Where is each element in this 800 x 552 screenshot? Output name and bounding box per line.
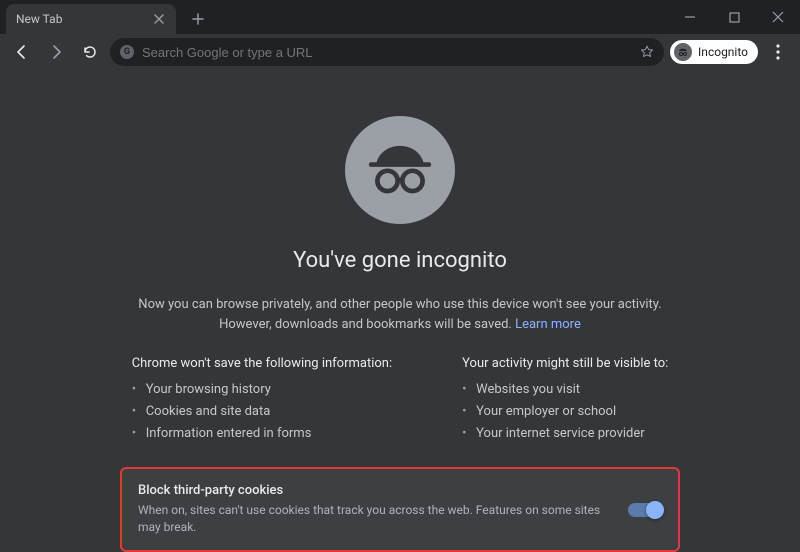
page-content: You've gone incognito Now you can browse… (0, 70, 800, 552)
window-titlebar: New Tab (0, 0, 800, 34)
tab-title: New Tab (16, 12, 152, 26)
right-column-title: Your activity might still be visible to: (462, 356, 668, 371)
info-columns: Chrome won't save the following informat… (132, 356, 669, 445)
right-column: Your activity might still be visible to:… (462, 356, 668, 445)
close-tab-icon[interactable] (152, 12, 166, 26)
new-tab-button[interactable] (184, 5, 212, 33)
incognito-icon (674, 43, 692, 61)
omnibox-input[interactable] (142, 45, 632, 60)
list-item: Your browsing history (132, 379, 392, 401)
browser-toolbar: G Incognito (0, 34, 800, 70)
block-cookies-toggle[interactable] (628, 503, 662, 517)
incognito-badge[interactable]: Incognito (670, 40, 758, 64)
tab-strip: New Tab (0, 0, 212, 34)
right-column-list: Websites you visit Your employer or scho… (462, 379, 668, 445)
list-item: Websites you visit (462, 379, 668, 401)
intro-line1: Now you can browse privately, and other … (138, 297, 661, 312)
forward-button[interactable] (42, 38, 70, 66)
incognito-badge-label: Incognito (698, 45, 748, 59)
cookie-title: Block third-party cookies (138, 483, 612, 498)
learn-more-link[interactable]: Learn more (515, 317, 581, 332)
intro-text: Now you can browse privately, and other … (138, 295, 661, 334)
bookmark-star-icon[interactable] (640, 45, 654, 59)
back-button[interactable] (8, 38, 36, 66)
cookie-text: Block third-party cookies When on, sites… (138, 483, 612, 536)
browser-tab[interactable]: New Tab (6, 4, 176, 34)
intro-line2: However, downloads and bookmarks will be… (219, 317, 515, 332)
maximize-button[interactable] (712, 0, 756, 34)
toggle-knob (646, 501, 664, 519)
search-engine-icon: G (120, 45, 134, 59)
window-controls (668, 0, 800, 34)
cookie-description: When on, sites can't use cookies that tr… (138, 502, 612, 536)
overflow-menu-button[interactable] (764, 38, 792, 66)
list-item: Your employer or school (462, 401, 668, 423)
left-column-title: Chrome won't save the following informat… (132, 356, 392, 371)
list-item: Your internet service provider (462, 423, 668, 445)
list-item: Information entered in forms (132, 423, 392, 445)
reload-button[interactable] (76, 38, 104, 66)
page-heading: You've gone incognito (293, 248, 507, 273)
list-item: Cookies and site data (132, 401, 392, 423)
left-column: Chrome won't save the following informat… (132, 356, 392, 445)
omnibox[interactable]: G (110, 38, 664, 66)
close-window-button[interactable] (756, 0, 800, 34)
third-party-cookies-box: Block third-party cookies When on, sites… (120, 467, 680, 552)
left-column-list: Your browsing history Cookies and site d… (132, 379, 392, 445)
minimize-button[interactable] (668, 0, 712, 34)
incognito-hero-icon (345, 116, 455, 224)
